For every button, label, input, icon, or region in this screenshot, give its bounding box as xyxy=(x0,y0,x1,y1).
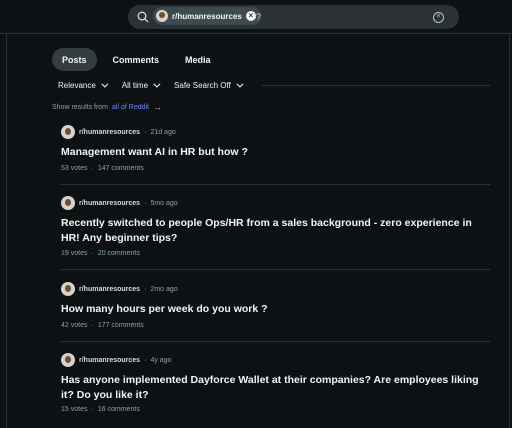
search-icon xyxy=(137,11,149,23)
post-subreddit[interactable]: r/humanresources xyxy=(79,357,140,364)
post-meta: r/humanresources · 4y ago xyxy=(61,353,171,367)
post-subreddit[interactable]: r/humanresources xyxy=(79,200,140,207)
separator-dot: · xyxy=(91,406,94,413)
post-time: 4y ago xyxy=(150,356,172,364)
chevron-down-icon xyxy=(153,80,161,88)
separator-dot: · xyxy=(91,250,94,257)
post-divider xyxy=(61,341,490,342)
all-of-reddit-link[interactable]: all of Reddit xyxy=(112,104,149,111)
separator-dot: · xyxy=(144,128,147,136)
tab-comments[interactable]: Comments xyxy=(103,48,170,71)
post-item[interactable]: r/humanresources · 4y ago Has anyone imp… xyxy=(52,353,490,423)
post-time: 2mo ago xyxy=(150,285,178,293)
sort-label: Relevance xyxy=(58,81,96,90)
safe-search-label: Safe Search Off xyxy=(174,81,231,90)
post-stats: 19 votes · 20 comments xyxy=(61,250,140,257)
top-bar: r/humanresources × ? × xyxy=(0,0,512,34)
post-title[interactable]: Has anyone implemented Dayforce Wallet a… xyxy=(61,373,491,403)
separator-dot: · xyxy=(144,285,147,293)
post-meta: r/humanresources · 5mo ago xyxy=(61,196,178,210)
separator-dot: · xyxy=(144,199,147,207)
safe-search-dropdown[interactable]: Safe Search Off xyxy=(174,80,244,90)
post-stats: 53 votes · 147 comments xyxy=(61,165,144,172)
show-results-from: Show results from all of Reddit → xyxy=(52,102,162,112)
separator-dot: · xyxy=(91,165,94,172)
post-meta: r/humanresources · 21d ago xyxy=(61,125,176,139)
time-dropdown[interactable]: All time xyxy=(121,80,161,90)
post-title[interactable]: How many hours per week do you work ? xyxy=(61,302,491,317)
scrollbar-track[interactable] xyxy=(509,34,510,428)
post-divider xyxy=(61,184,490,185)
tab-media[interactable]: Media xyxy=(175,48,221,71)
chip-label: r/humanresources xyxy=(172,11,242,21)
show-results-prefix: Show results from xyxy=(52,103,109,111)
post-item[interactable]: r/humanresources · 2mo ago How many hour… xyxy=(52,282,490,342)
subreddit-avatar xyxy=(61,353,75,367)
post-stats: 15 votes · 16 comments xyxy=(61,406,140,413)
subreddit-avatar xyxy=(61,282,75,296)
sort-dropdown[interactable]: Relevance xyxy=(58,80,109,90)
post-comments: 177 comments xyxy=(97,322,144,329)
subreddit-filter-chip[interactable]: r/humanresources × xyxy=(153,7,261,25)
separator-dot: · xyxy=(91,322,94,329)
post-divider xyxy=(61,269,490,270)
post-item[interactable]: r/humanresources · 5mo ago Recently swit… xyxy=(52,196,490,271)
time-label: All time xyxy=(121,81,149,90)
post-votes: 42 votes xyxy=(61,322,88,329)
chevron-down-icon xyxy=(101,80,109,88)
tab-posts[interactable]: Posts xyxy=(52,48,97,71)
chevron-down-icon xyxy=(236,80,244,88)
separator-dot: · xyxy=(144,356,147,364)
post-votes: 15 votes xyxy=(61,406,88,413)
post-time: 5mo ago xyxy=(150,199,178,207)
post-votes: 53 votes xyxy=(61,165,88,172)
post-item[interactable]: r/humanresources · 21d ago Management wa… xyxy=(52,125,490,185)
filter-divider xyxy=(262,85,490,86)
subreddit-avatar xyxy=(61,125,75,139)
subreddit-avatar xyxy=(156,10,168,22)
sidebar-divider xyxy=(6,34,7,428)
post-votes: 19 votes xyxy=(61,250,88,257)
remove-chip-icon[interactable]: × xyxy=(245,11,256,21)
post-title[interactable]: Management want AI in HR but how ? xyxy=(61,145,491,160)
post-meta: r/humanresources · 2mo ago xyxy=(61,282,178,296)
clear-search-icon[interactable]: × xyxy=(433,12,444,23)
subreddit-avatar xyxy=(61,196,75,210)
filter-bar: Relevance All time Safe Search Off xyxy=(58,80,244,90)
post-subreddit[interactable]: r/humanresources xyxy=(79,129,140,136)
post-comments: 20 comments xyxy=(97,250,140,257)
arrow-right-icon[interactable]: → xyxy=(153,102,162,112)
post-subreddit[interactable]: r/humanresources xyxy=(79,286,140,293)
post-stats: 42 votes · 177 comments xyxy=(61,322,144,329)
result-tabs: Posts Comments Media xyxy=(52,48,221,71)
search-input[interactable]: ? xyxy=(256,12,261,22)
post-time: 21d ago xyxy=(150,128,176,136)
post-title[interactable]: Recently switched to people Ops/HR from … xyxy=(61,216,491,246)
post-comments: 16 comments xyxy=(97,406,140,413)
post-comments: 147 comments xyxy=(97,165,144,172)
